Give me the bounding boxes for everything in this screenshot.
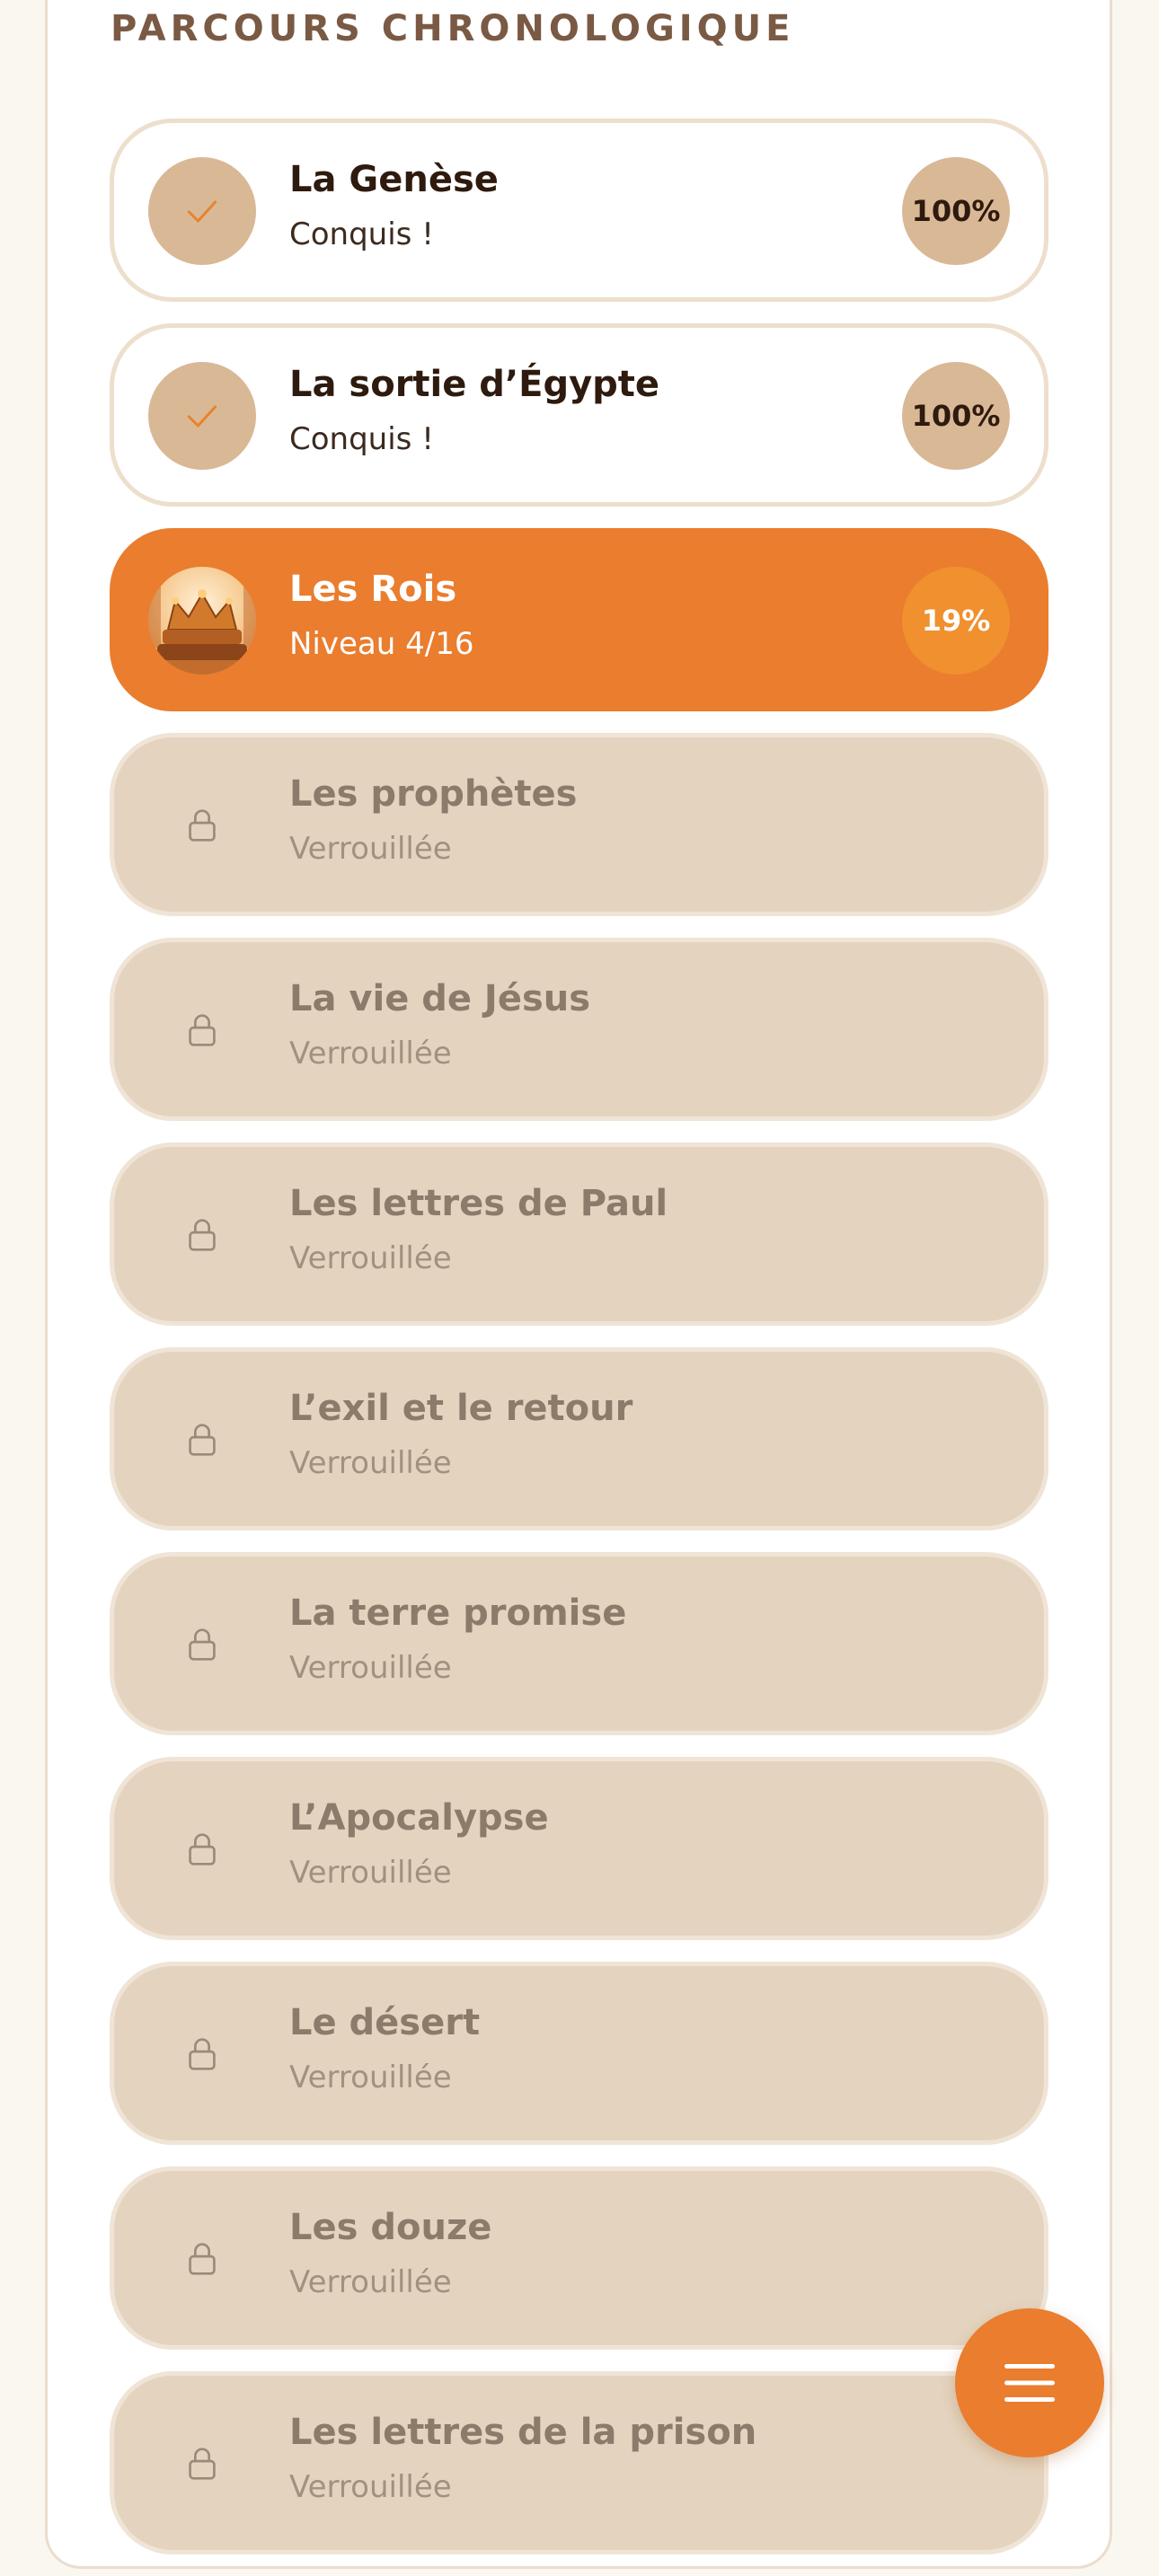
journey-card-exil-retour[interactable]: L’exil et le retour Verrouillée [110, 1347, 1048, 1531]
journey-status: Verrouillée [289, 2469, 452, 2505]
journey-title: Les lettres de la prison [289, 2412, 757, 2453]
journey-level: Niveau 4/16 [289, 626, 474, 662]
lock-icon [189, 1833, 216, 1866]
journey-list: La Genèse Conquis ! 100% La sortie d’Égy… [110, 119, 1048, 2576]
journey-status: Verrouillée [289, 2060, 452, 2095]
journey-card-lettres-prison[interactable]: Les lettres de la prison Verrouillée [110, 2371, 1048, 2554]
journey-card-apocalypse[interactable]: L’Apocalypse Verrouillée [110, 1757, 1048, 1940]
journey-card-terre-promise[interactable]: La terre promise Verrouillée [110, 1552, 1048, 1735]
journey-title: L’exil et le retour [289, 1388, 633, 1429]
menu-icon [1004, 2364, 1055, 2402]
progress-percent: 19% [902, 567, 1010, 675]
journey-status: Verrouillée [289, 1036, 452, 1072]
completed-badge [148, 362, 256, 470]
locked-badge [148, 2205, 256, 2313]
journey-title: Le désert [289, 2002, 481, 2043]
check-icon [187, 405, 217, 428]
completed-badge [148, 157, 256, 265]
journey-title: Les prophètes [289, 773, 578, 815]
journey-title: Les lettres de Paul [289, 1183, 668, 1224]
lock-icon [189, 1014, 216, 1046]
locked-badge [148, 1386, 256, 1494]
journey-title: La Genèse [289, 159, 499, 200]
lock-icon [189, 2448, 216, 2480]
locked-badge [148, 976, 256, 1084]
journey-card-lettres-paul[interactable]: Les lettres de Paul Verrouillée [110, 1142, 1048, 1326]
journey-card-prophetes[interactable]: Les prophètes Verrouillée [110, 733, 1048, 916]
journey-status: Verrouillée [289, 1240, 452, 1276]
journey-title: La terre promise [289, 1592, 627, 1634]
journey-card-sortie-egypte[interactable]: La sortie d’Égypte Conquis ! 100% [110, 323, 1048, 507]
lock-icon [189, 1424, 216, 1456]
journey-title: La vie de Jésus [289, 978, 591, 1019]
locked-badge [148, 2000, 256, 2108]
journey-card-desert[interactable]: Le désert Verrouillée [110, 1962, 1048, 2145]
lock-icon [189, 809, 216, 842]
section-title: PARCOURS CHRONOLOGIQUE [111, 8, 795, 49]
locked-badge [148, 1591, 256, 1698]
check-icon [187, 200, 217, 223]
journey-status: Verrouillée [289, 831, 452, 867]
journey-title: Les Rois [289, 569, 457, 610]
lock-icon [189, 1219, 216, 1251]
journey-card-genese[interactable]: La Genèse Conquis ! 100% [110, 119, 1048, 302]
journey-status: Verrouillée [289, 1650, 452, 1686]
crown-thumbnail [148, 567, 256, 675]
journey-card-rois[interactable]: Les Rois Niveau 4/16 19% [110, 528, 1048, 711]
journey-status: Conquis ! [289, 216, 434, 252]
lock-icon [189, 2243, 216, 2275]
locked-badge [148, 772, 256, 879]
menu-button[interactable] [955, 2308, 1104, 2457]
lock-icon [189, 1628, 216, 1661]
journey-title: Les douze [289, 2207, 492, 2248]
journey-title: La sortie d’Égypte [289, 364, 660, 405]
journey-status: Verrouillée [289, 2264, 452, 2300]
locked-badge [148, 1181, 256, 1289]
journey-status: Conquis ! [289, 421, 434, 457]
progress-percent: 100% [902, 157, 1010, 265]
journey-card-douze[interactable]: Les douze Verrouillée [110, 2166, 1048, 2350]
lock-icon [189, 2038, 216, 2070]
journey-title: L’Apocalypse [289, 1797, 549, 1839]
journey-status: Verrouillée [289, 1445, 452, 1481]
journey-card-vie-jesus[interactable]: La vie de Jésus Verrouillée [110, 938, 1048, 1121]
locked-badge [148, 2410, 256, 2518]
progress-percent: 100% [902, 362, 1010, 470]
locked-badge [148, 1795, 256, 1903]
journey-status: Verrouillée [289, 1855, 452, 1891]
